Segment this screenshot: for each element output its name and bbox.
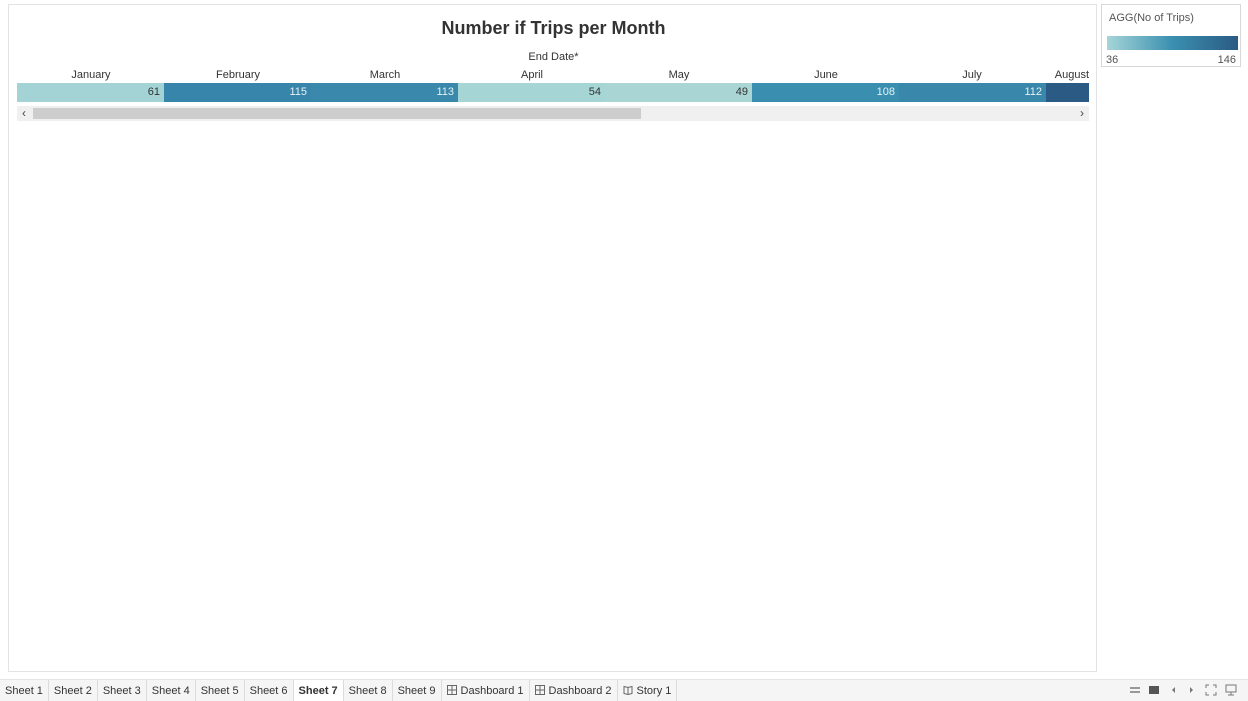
heatmap-cell[interactable]: 115 bbox=[164, 83, 311, 102]
legend-color-ramp bbox=[1107, 36, 1238, 50]
show-filmstrip-icon[interactable] bbox=[1129, 684, 1141, 696]
month-label: June bbox=[814, 69, 838, 81]
sheet-tab[interactable]: Sheet 7 bbox=[293, 680, 344, 701]
previous-sheet-icon[interactable] bbox=[1168, 684, 1180, 696]
month-label: July bbox=[962, 69, 982, 81]
dashboard-icon bbox=[534, 685, 545, 695]
sheet-tab-label: Sheet 2 bbox=[53, 685, 92, 697]
sheet-tab[interactable]: Sheet 1 bbox=[0, 680, 49, 701]
sheet-tab-label: Sheet 1 bbox=[5, 685, 43, 697]
sheet-tab-label: Sheet 9 bbox=[397, 685, 436, 697]
month-label: May bbox=[668, 69, 690, 81]
sheet-tab-label: Dashboard 1 bbox=[460, 685, 524, 697]
dashboard-icon bbox=[446, 685, 457, 695]
heatmap-row: 61 115 113 54 49 108 112 bbox=[17, 83, 1089, 102]
month-label: August bbox=[1054, 69, 1089, 81]
next-sheet-icon[interactable] bbox=[1185, 684, 1197, 696]
heatmap-cell[interactable] bbox=[1046, 83, 1089, 102]
presentation-mode-icon[interactable] bbox=[1205, 684, 1217, 696]
sheet-tab[interactable]: Sheet 2 bbox=[49, 680, 98, 701]
sheet-tab-label: Dashboard 2 bbox=[548, 685, 612, 697]
heatmap-cell[interactable]: 61 bbox=[17, 83, 164, 102]
sheet-tab[interactable]: Sheet 6 bbox=[245, 680, 294, 701]
sheet-tab[interactable]: Sheet 5 bbox=[196, 680, 245, 701]
scroll-right-icon[interactable]: › bbox=[1075, 106, 1089, 121]
sheet-tab-label: Sheet 6 bbox=[249, 685, 288, 697]
sheet-tab-label: Sheet 4 bbox=[151, 685, 190, 697]
sheet-tab-label: Sheet 7 bbox=[298, 685, 338, 697]
scroll-left-icon[interactable]: ‹ bbox=[17, 106, 31, 121]
horizontal-scrollbar[interactable]: ‹ › bbox=[17, 106, 1089, 121]
month-label: April bbox=[520, 69, 543, 81]
sheet-tab[interactable]: Sheet 3 bbox=[98, 680, 147, 701]
sheet-tab-label: Sheet 5 bbox=[200, 685, 239, 697]
sheet-tab-label: Story 1 bbox=[636, 685, 672, 697]
heatmap-cell[interactable]: 113 bbox=[311, 83, 458, 102]
legend-max-label: 146 bbox=[1217, 54, 1236, 66]
legend-title: AGG(No of Trips) bbox=[1109, 12, 1194, 24]
month-label: March bbox=[369, 69, 401, 81]
show-tabs-icon[interactable] bbox=[1148, 684, 1160, 696]
scrollbar-thumb[interactable] bbox=[33, 108, 641, 119]
present-icon[interactable] bbox=[1225, 684, 1237, 696]
x-axis-title: End Date* bbox=[528, 51, 579, 63]
legend-min-label: 36 bbox=[1106, 54, 1119, 66]
sheet-tab-bar: Sheet 1 Sheet 2 Sheet 3 Sheet 4 Sheet 5 Sheet… bbox=[0, 679, 1248, 701]
chart-title: Number if Trips per Month bbox=[441, 18, 666, 38]
heatmap-cell[interactable]: 108 bbox=[752, 83, 899, 102]
sheet-tab-label: Sheet 3 bbox=[102, 685, 141, 697]
sheet-tab[interactable]: Sheet 4 bbox=[147, 680, 196, 701]
heatmap-cell[interactable]: 112 bbox=[899, 83, 1046, 102]
viz-area: Number if Trips per Month End Date* Janu… bbox=[8, 4, 1097, 672]
sheet-tab[interactable]: Story 1 bbox=[618, 680, 678, 701]
sheet-tab-label: Sheet 8 bbox=[348, 685, 387, 697]
sheet-tab[interactable]: Dashboard 1 bbox=[442, 680, 530, 701]
sheet-tab[interactable]: Dashboard 2 bbox=[530, 680, 618, 701]
sheet-tab[interactable]: Sheet 8 bbox=[344, 680, 393, 701]
heatmap-cell[interactable]: 54 bbox=[458, 83, 605, 102]
month-label: January bbox=[71, 69, 111, 81]
sheet-tab[interactable]: Sheet 9 bbox=[393, 680, 442, 701]
color-legend: AGG(No of Trips) 36 146 bbox=[1101, 4, 1241, 67]
month-label: February bbox=[215, 69, 261, 81]
heatmap-cell[interactable]: 49 bbox=[605, 83, 752, 102]
story-icon bbox=[623, 685, 633, 695]
